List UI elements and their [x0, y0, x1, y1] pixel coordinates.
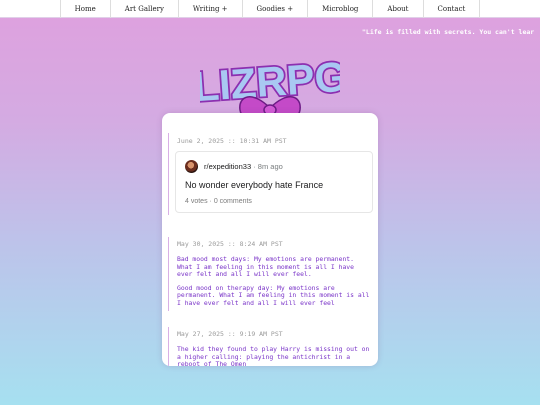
- embed-meta: 4 votes · 0 comments: [185, 198, 252, 205]
- scrolling-quote: "Life is filled with secrets. You can't …: [362, 28, 535, 36]
- comment-count[interactable]: 0 comments: [214, 198, 252, 205]
- nav-home[interactable]: Home: [59, 0, 110, 18]
- reddit-embed[interactable]: r/expedition33 · 8m ago No wonder everyb…: [175, 151, 373, 213]
- post-date: May 27, 2025 :: 9:19 AM PST: [177, 330, 283, 338]
- post-3: May 27, 2025 :: 9:19 AM PST The kid they…: [168, 327, 371, 366]
- post-1: June 2, 2025 :: 10:31 AM PST: [168, 133, 287, 215]
- vote-count: 4 votes: [185, 198, 208, 205]
- embed-title[interactable]: No wonder everybody hate France: [185, 180, 323, 190]
- post-paragraph: Bad mood most days: My emotions are perm…: [177, 255, 354, 279]
- post-age: 8m ago: [257, 162, 283, 171]
- post-paragraph: The kid they found to play Harry is miss…: [177, 345, 370, 366]
- nav-contact[interactable]: Contact: [422, 0, 481, 18]
- embed-subreddit[interactable]: r/expedition33 · 8m ago: [204, 162, 283, 171]
- post-paragraph: Good mood on therapy day: My emotions ar…: [177, 283, 370, 307]
- nav-microblog[interactable]: Microblog: [307, 0, 372, 18]
- post-2: May 30, 2025 :: 8:24 AM PST Bad mood mos…: [168, 237, 371, 311]
- post-body: The kid they found to play Harry is miss…: [177, 345, 371, 366]
- nav-goodies[interactable]: Goodies +: [241, 0, 308, 18]
- separator: ·: [251, 162, 258, 171]
- logo-text: LIZRPG: [200, 53, 340, 111]
- nav-about[interactable]: About: [372, 0, 422, 18]
- post-date: June 2, 2025 :: 10:31 AM PST: [177, 137, 287, 145]
- nav-art-gallery[interactable]: Art Gallery: [109, 0, 178, 18]
- post-date: May 30, 2025 :: 8:24 AM PST: [177, 240, 283, 248]
- nav-writing[interactable]: Writing +: [177, 0, 242, 18]
- microblog-card[interactable]: June 2, 2025 :: 10:31 AM PST r/expeditio…: [162, 113, 378, 366]
- subreddit-avatar-icon: [185, 160, 198, 173]
- subreddit-name[interactable]: r/expedition33: [204, 162, 251, 171]
- post-body: Bad mood most days: My emotions are perm…: [177, 255, 371, 308]
- top-nav: Home Art Gallery Writing + Goodies + Mic…: [0, 0, 540, 18]
